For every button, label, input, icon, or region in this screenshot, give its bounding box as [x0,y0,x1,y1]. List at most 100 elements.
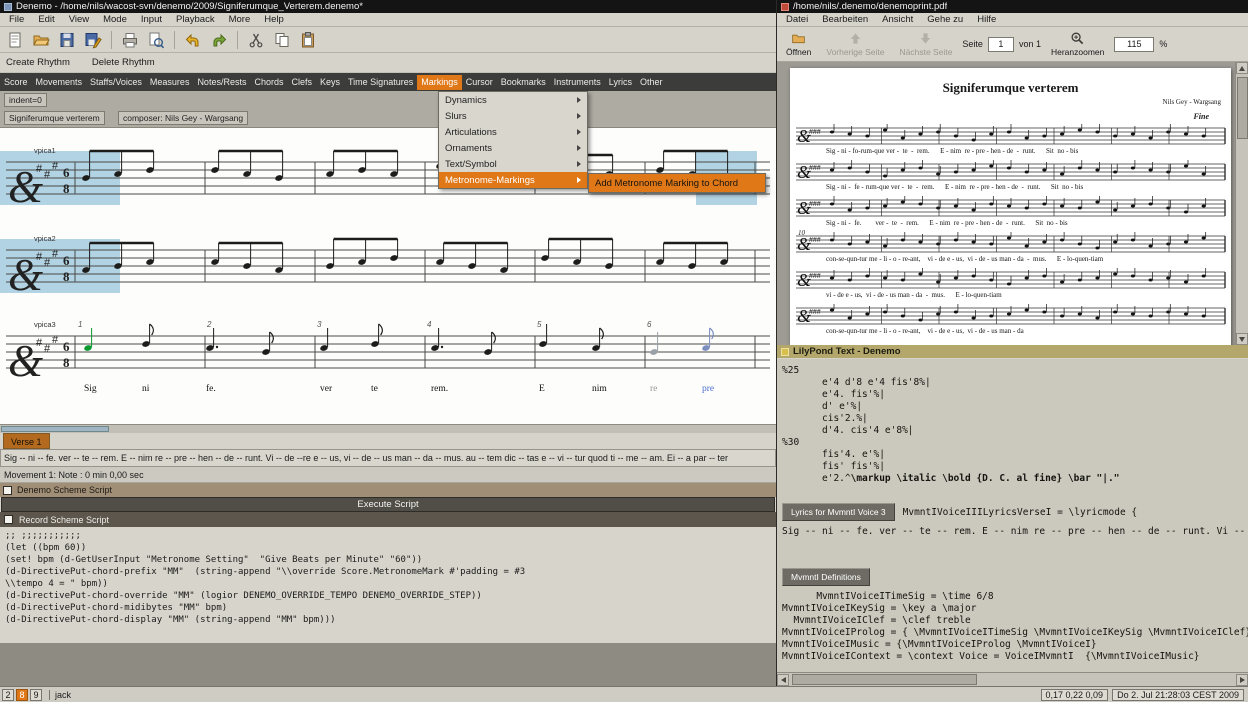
pdf-viewer-titlebar[interactable]: /home/nils/.denemo/denemoprint.pdf [777,0,1248,13]
zoom-in-button[interactable]: Heranzoomen [1046,28,1109,60]
denemo-titlebar[interactable]: Denemo - /home/nils/wacost-svn/denemo/20… [0,0,776,13]
denemo-window: Denemo - /home/nils/wacost-svn/denemo/20… [0,0,776,686]
definitions-section-button[interactable]: MvmntI Definitions [782,568,870,586]
next-page-button[interactable]: Nächste Seite [895,28,958,60]
lilypond-horizontal-scrollbar[interactable] [777,672,1248,686]
voice-label[interactable]: vpica1 [34,146,56,155]
score-title-tag[interactable]: Signiferumque verterem [4,111,105,125]
scroll-left-button[interactable] [777,673,789,686]
cut-icon[interactable] [244,29,268,51]
markings-menu-item[interactable]: Articulations [439,124,587,140]
main-menu-item[interactable]: Staffs/Voices [86,75,146,90]
open-icon[interactable] [29,29,53,51]
main-menu-item[interactable]: Cursor [462,75,497,90]
scheme-script-editor[interactable]: ;; ;;;;;;;;;;; (let ((bpm 60)) (set! bpm (… [0,527,776,643]
save-as-icon[interactable] [81,29,105,51]
markings-menu-item[interactable]: Text/Symbol [439,156,587,172]
delete-rhythm-button[interactable]: Delete Rhythm [92,57,155,68]
undo-icon[interactable] [181,29,205,51]
scroll-down-button[interactable] [1236,333,1248,345]
print-icon[interactable] [118,29,142,51]
redo-icon[interactable] [207,29,231,51]
menubar-item[interactable]: Input [134,14,169,25]
menubar-item[interactable]: Playback [169,14,222,25]
workspace-button[interactable]: 8 [16,688,28,701]
workspace-button[interactable]: 9 [30,688,42,701]
menubar-item[interactable]: View [62,14,96,25]
zoom-level-input[interactable]: 115 [1114,36,1155,52]
menubar-item[interactable]: Mode [96,14,134,25]
percent-label: % [1159,39,1168,49]
new-score-icon[interactable] [3,29,27,51]
pdf-vertical-scrollbar[interactable] [1235,62,1248,345]
previous-page-button[interactable]: Vorherige Seite [821,28,889,60]
main-menu-item[interactable]: Lyrics [605,75,636,90]
copy-icon[interactable] [270,29,294,51]
add-metronome-marking-item[interactable]: Add Metronome Marking to Chord [589,174,765,192]
measure-number: 4 [427,320,432,329]
print-preview-icon[interactable] [144,29,168,51]
markings-menu-item[interactable]: Slurs [439,108,587,124]
markings-menu-item[interactable]: Dynamics [439,92,587,108]
menubar-item[interactable]: Edit [31,14,61,25]
pdf-composer: Nils Gey - Wargsang [1162,98,1221,106]
denemo-main-menubar: Score Movements Staffs/Voices Measures Notes… [0,73,776,91]
score-horizontal-scrollbar[interactable] [0,424,776,433]
menubar-item[interactable]: More [222,14,258,25]
main-menu-item[interactable]: Score [0,75,32,90]
main-menu-item[interactable]: Notes/Rests [193,75,250,90]
lilypond-titlebar[interactable]: LilyPond Text - Denemo [777,345,1248,358]
scrollbar-thumb[interactable] [792,674,977,685]
menubar-item[interactable]: Help [257,14,291,25]
main-menu-item[interactable]: Keys [316,75,344,90]
paste-icon[interactable] [296,29,320,51]
score-header: indent=0 Signiferumque verterem composer… [0,91,776,128]
main-menu-item[interactable]: Markings [417,74,462,90]
record-scheme-script-row[interactable]: Record Scheme Script [0,512,776,527]
main-menu-item[interactable]: Movements [32,75,87,90]
scroll-up-button[interactable] [1236,62,1248,74]
indent-directive[interactable]: indent=0 [4,93,47,107]
menubar-item[interactable]: Datei [779,14,815,25]
pdf-view[interactable]: Signiferumque verterem Nils Gey - Wargsa… [777,62,1248,345]
svg-text:#: # [36,251,43,263]
lyric-syllable: Sig [84,384,97,394]
record-checkbox[interactable] [4,515,13,524]
svg-text:###: ### [809,165,821,172]
main-menu-item[interactable]: Other [636,75,667,90]
main-menu-item[interactable]: Bookmarks [497,75,550,90]
workspace-button[interactable]: 2 [2,688,14,701]
open-button[interactable]: Öffnen [781,28,816,60]
script-line: (d-DirectivePut-chord-override "MM" (log… [5,591,482,601]
main-menu-item[interactable]: Instruments [550,75,605,90]
execute-script-button[interactable]: Execute Script [1,497,775,512]
menubar-item[interactable]: File [2,14,31,25]
main-menu-item[interactable]: Measures [146,75,194,90]
main-menu-item[interactable]: Time Signatures [344,75,417,90]
voice-label[interactable]: vpica3 [34,320,56,329]
menubar-item[interactable]: Bearbeiten [815,14,875,25]
verse-lyrics-field[interactable]: Sig -- ni -- fe. ver -- te -- rem. E -- … [0,449,776,467]
code-line: MvmntIVoiceITimeSig = \time 6/8 [782,591,994,602]
create-rhythm-button[interactable]: Create Rhythm [6,57,70,68]
menubar-item[interactable]: Ansicht [875,14,920,25]
main-menu-item[interactable]: Clefs [287,75,316,90]
save-icon[interactable] [55,29,79,51]
scrollbar-thumb[interactable] [1,426,109,432]
page-number-input[interactable]: 1 [987,36,1014,52]
menubar-item[interactable]: Hilfe [970,14,1003,25]
scroll-right-button[interactable] [1236,673,1248,686]
verse-tab[interactable]: Verse 1 [3,433,50,449]
main-menu-item[interactable]: Chords [250,75,287,90]
scheme-script-panel-header[interactable]: Denemo Scheme Script [0,483,776,497]
pdf-window-icon [781,2,789,11]
menubar-item[interactable]: Gehe zu [920,14,970,25]
lilypond-text-view[interactable]: %25 e'4 d'8 e'4 fis'8%| e'4. fis'%| d' e… [777,359,1248,672]
markings-menu-item[interactable]: Ornaments [439,140,587,156]
composer-tag[interactable]: composer: Nils Gey - Wargsang [118,111,249,125]
markings-menu-item[interactable]: Metronome-Markings [439,172,587,188]
scrollbar-thumb[interactable] [1236,77,1248,139]
voice-label[interactable]: vpica2 [34,234,56,243]
panel-checkbox[interactable] [3,485,12,495]
lyrics-section-button[interactable]: Lyrics for MvmntI Voice 3 [782,503,895,521]
